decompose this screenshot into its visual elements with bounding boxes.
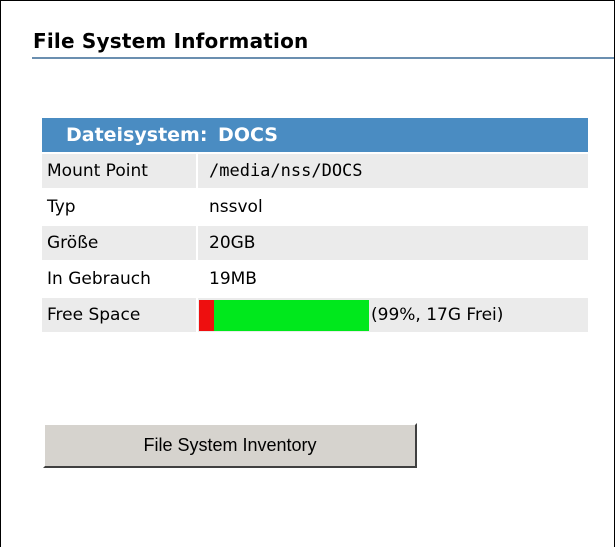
table-row-size: Größe 20GB [42,226,588,260]
type-value: nssvol [209,197,263,217]
file-system-inventory-button[interactable]: File System Inventory [43,423,417,468]
row-label: Typ [47,197,76,217]
filesystem-table: Dateisystem: DOCS Mount Point /media/nss… [42,118,588,334]
row-label: Mount Point [42,154,196,188]
table-row-mount-point: Mount Point /media/nss/DOCS [42,154,588,188]
free-space-value: (99%, 17G Frei) [198,298,588,332]
filesystem-header: Dateisystem: DOCS [42,118,588,152]
size-value: 20GB [198,226,588,260]
mount-point-value: /media/nss/DOCS [198,154,588,188]
free-space-caption: (99%, 17G Frei) [371,305,504,325]
row-label: Free Space [42,298,196,332]
title-divider [32,57,614,59]
section-title: File System Information [33,29,309,53]
row-label: Größe [42,226,196,260]
free-space-bar [199,299,369,331]
table-row-type: Typ nssvol [42,190,588,224]
table-row-in-use: In Gebrauch 19MB [42,262,588,296]
table-row-free-space: Free Space (99%, 17G Frei) [42,298,588,332]
in-use-value: 19MB [209,269,257,289]
used-space-fill [199,299,215,331]
row-label: In Gebrauch [47,269,151,289]
